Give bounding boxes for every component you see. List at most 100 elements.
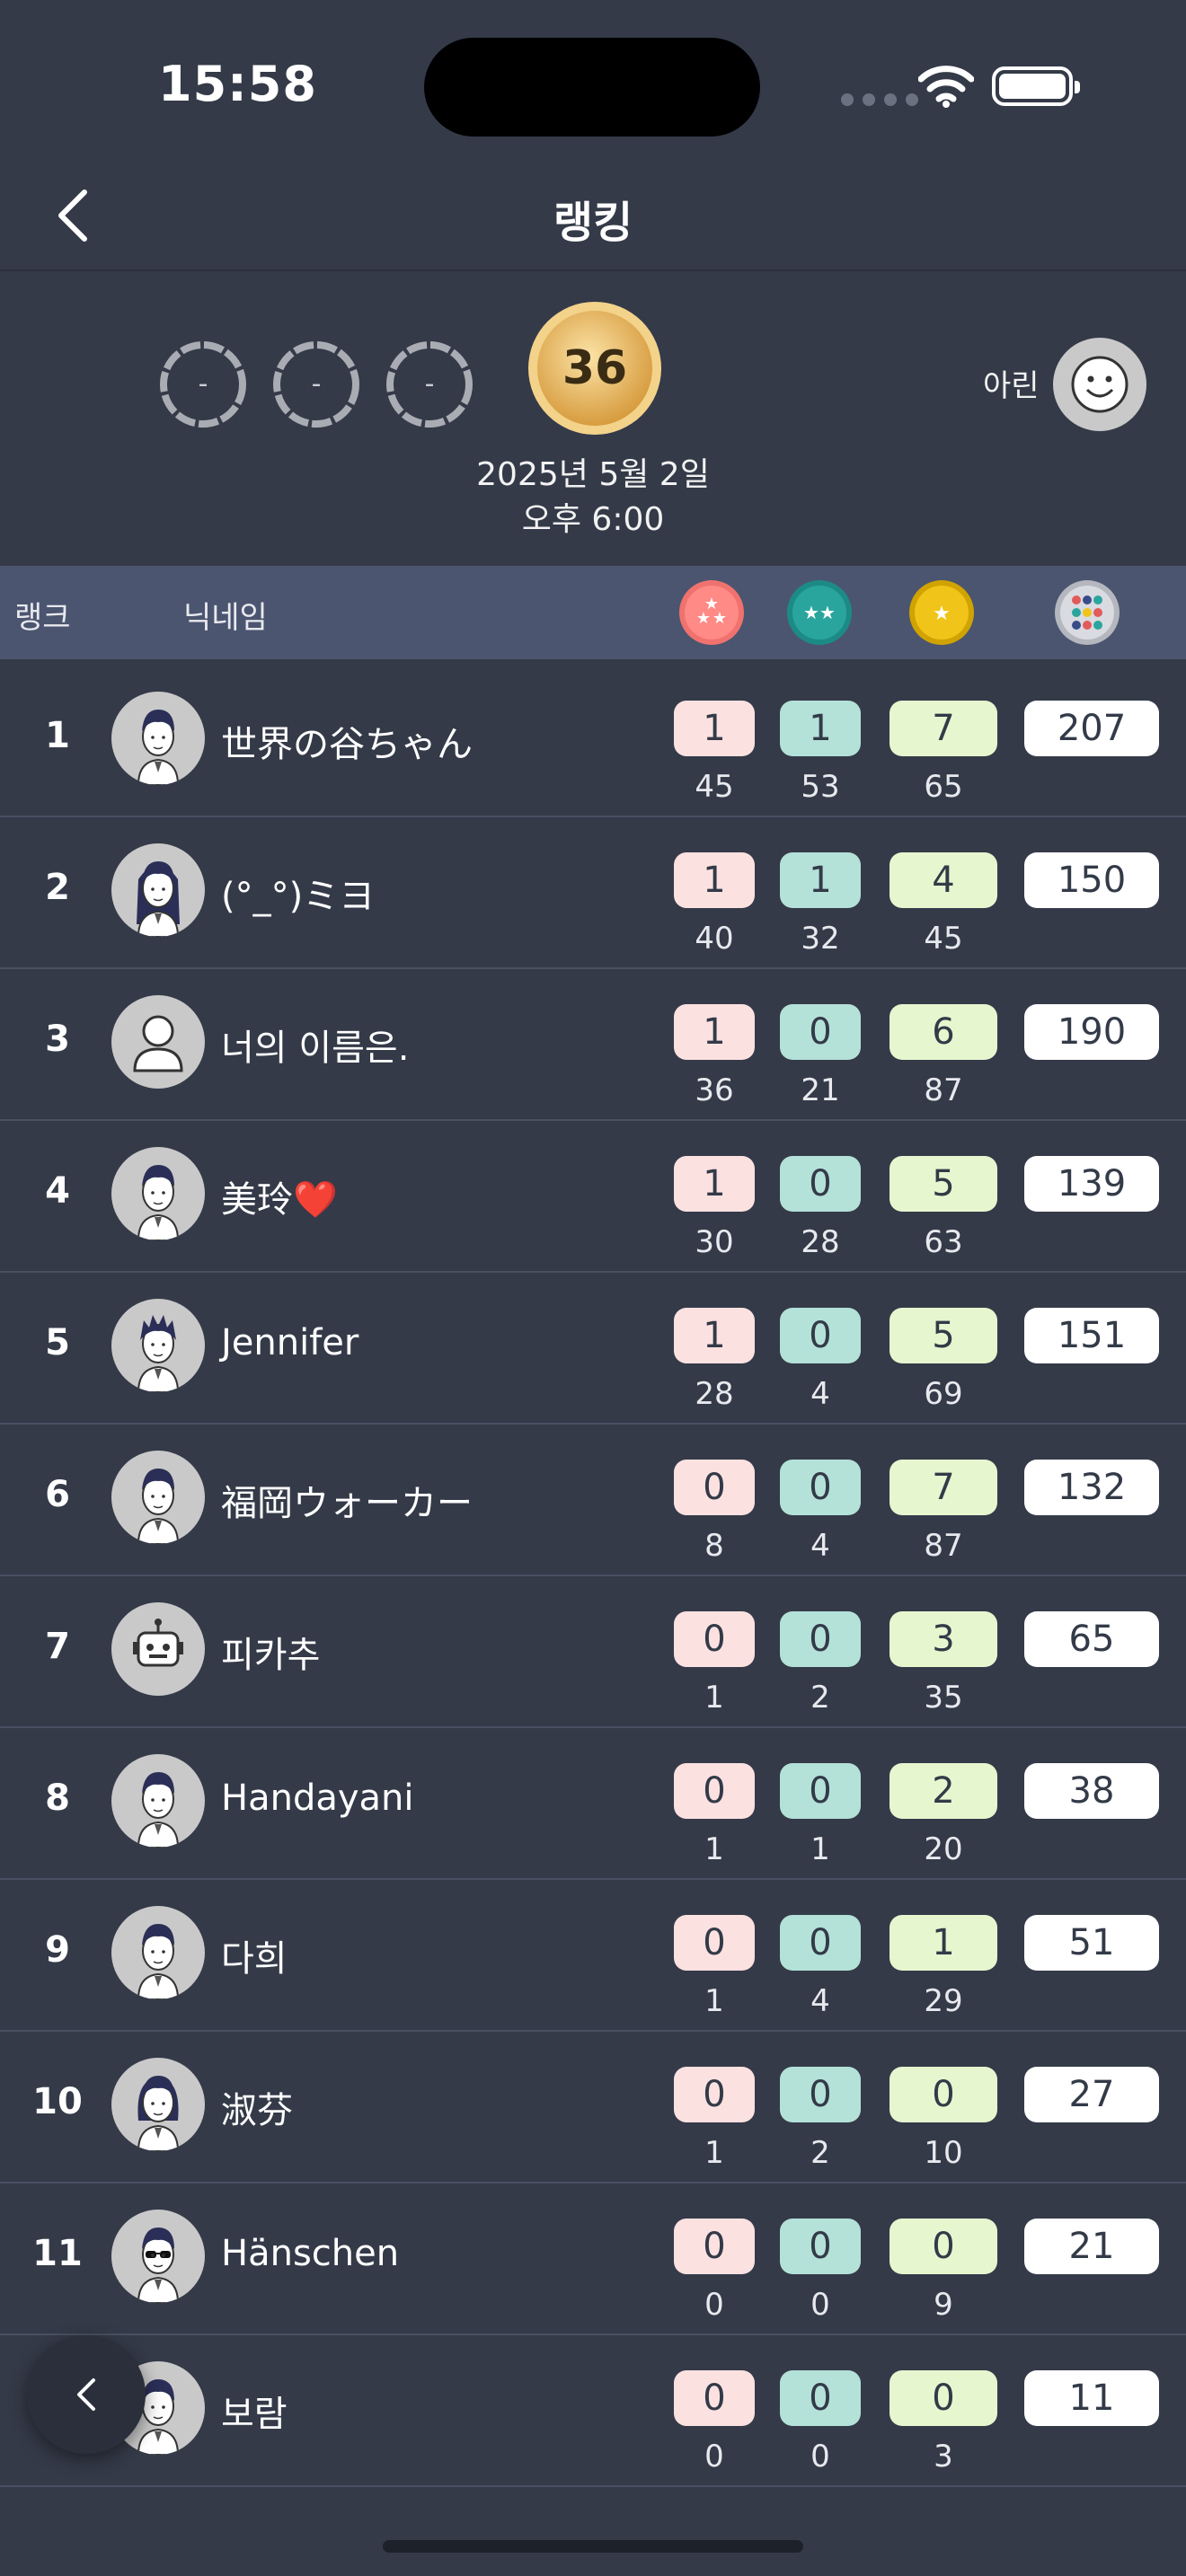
nickname: Handayani xyxy=(221,1778,414,1819)
empty-medal-badge: - xyxy=(271,340,361,429)
ranking-row[interactable]: 4 美玲❤️ 1 0 5 139 30 28 63 xyxy=(0,1120,1186,1273)
total-count: 207 xyxy=(1024,701,1159,756)
summary-date: 2025년 5월 2일 오후 6:00 xyxy=(476,456,710,538)
three-star-icon[interactable]: ★ ★ ★ xyxy=(677,578,746,647)
rank-number: 10 xyxy=(32,2081,83,2122)
two-star-count: 0 xyxy=(780,1460,861,1515)
ranking-row[interactable]: 10 淑芬 0 0 0 27 1 2 10 xyxy=(0,2031,1186,2183)
man-avatar-icon[interactable] xyxy=(111,1754,205,1848)
two-star-count: 0 xyxy=(780,1156,861,1212)
one-star-count: 0 xyxy=(890,2370,997,2426)
two-star-icon[interactable]: ★ ★ xyxy=(785,578,854,647)
nickname: (°_°)ミヨ xyxy=(221,876,376,917)
total-count: 139 xyxy=(1024,1156,1159,1212)
ranking-row[interactable]: 8 Handayani 0 0 2 38 1 1 20 xyxy=(0,1727,1186,1880)
ranking-row[interactable]: 11 Hänschen 0 0 0 21 0 0 9 xyxy=(0,2183,1186,2335)
nickname: 피카추 xyxy=(221,1635,321,1676)
nickname: 너의 이름은. xyxy=(221,1028,410,1069)
one-star-count: 5 xyxy=(890,1156,997,1212)
man-avatar-icon[interactable] xyxy=(111,1906,205,1999)
three-star-count: 0 xyxy=(674,2370,755,2426)
man-avatar-icon[interactable] xyxy=(111,1147,205,1240)
empty-medal-badge: - xyxy=(158,340,248,429)
ranking-row[interactable]: 1 世界の谷ちゃん 1 1 7 207 45 53 65 xyxy=(0,665,1186,817)
spiky-hair-avatar-icon[interactable] xyxy=(111,1299,205,1392)
one-star-count: 0 xyxy=(890,2219,997,2274)
three-star-sub-count: 0 xyxy=(704,2287,724,2323)
ranking-row[interactable]: 보람 0 0 0 11 0 0 3 xyxy=(0,2334,1186,2487)
one-star-sub-count: 20 xyxy=(924,1831,963,1867)
three-star-sub-count: 36 xyxy=(695,1072,734,1108)
one-star-sub-count: 65 xyxy=(924,769,963,805)
ranking-row[interactable]: 9 다희 0 0 1 51 1 4 29 xyxy=(0,1879,1186,2032)
total-count: 11 xyxy=(1024,2370,1159,2426)
rank-number: 5 xyxy=(45,1322,70,1363)
current-user-name: 아린 xyxy=(983,368,1040,404)
two-star-count: 0 xyxy=(780,1004,861,1060)
nickname: 美玲❤️ xyxy=(221,1179,338,1221)
ranking-row[interactable]: 6 福岡ウォーカー 0 0 7 132 8 4 87 xyxy=(0,1424,1186,1576)
one-star-sub-count: 29 xyxy=(924,1983,963,2019)
two-star-sub-count: 32 xyxy=(801,921,840,957)
rank-number: 6 xyxy=(45,1474,70,1515)
two-star-sub-count: 2 xyxy=(810,2135,830,2171)
one-star-sub-count: 87 xyxy=(924,1528,963,1564)
one-star-count: 1 xyxy=(890,1915,997,1971)
smiley-avatar-icon[interactable] xyxy=(1053,338,1146,431)
one-star-count: 6 xyxy=(890,1004,997,1060)
one-star-sub-count: 35 xyxy=(924,1680,963,1716)
dots-grid-icon[interactable] xyxy=(1053,578,1121,647)
nickname: 淑芬 xyxy=(221,2090,293,2131)
sunglasses-avatar-icon[interactable] xyxy=(111,2210,205,2303)
table-header: 랭크 닉네임 ★ ★ ★ ★ ★ ★ xyxy=(0,566,1186,659)
one-star-sub-count: 45 xyxy=(924,921,963,957)
total-count: 190 xyxy=(1024,1004,1159,1060)
two-star-sub-count: 53 xyxy=(801,769,840,805)
rank-number: 3 xyxy=(45,1019,70,1060)
robot-avatar-icon[interactable] xyxy=(111,1602,205,1696)
woman-long-hair-avatar-icon[interactable] xyxy=(111,843,205,937)
dynamic-island xyxy=(424,38,760,137)
one-star-count: 2 xyxy=(890,1763,997,1819)
svg-text:★: ★ xyxy=(803,602,819,623)
ranking-row[interactable]: 7 피카추 0 0 3 65 1 2 35 xyxy=(0,1575,1186,1728)
nickname: 보람 xyxy=(221,2394,288,2435)
three-star-count: 0 xyxy=(674,1611,755,1667)
ranking-row[interactable]: 3 너의 이름은. 1 0 6 190 36 21 87 xyxy=(0,968,1186,1121)
two-star-count: 0 xyxy=(780,1308,861,1363)
nickname-column-header: 닉네임 xyxy=(183,600,268,636)
rank-number: 7 xyxy=(45,1626,70,1667)
one-star-count: 5 xyxy=(890,1308,997,1363)
one-star-count: 4 xyxy=(890,852,997,908)
man-avatar-icon[interactable] xyxy=(111,1451,205,1544)
one-star-count: 3 xyxy=(890,1611,997,1667)
total-count: 65 xyxy=(1024,1611,1159,1667)
home-indicator xyxy=(383,2540,803,2553)
nickname: 世界の谷ちゃん xyxy=(221,724,473,765)
two-star-sub-count: 28 xyxy=(801,1224,840,1260)
total-count: 38 xyxy=(1024,1763,1159,1819)
woman-avatar-icon[interactable] xyxy=(111,2058,205,2151)
ranking-row[interactable]: 5 Jennifer 1 0 5 151 28 4 69 xyxy=(0,1272,1186,1425)
one-star-icon[interactable]: ★ xyxy=(907,578,976,647)
three-star-sub-count: 28 xyxy=(695,1376,734,1412)
cellular-signal-icon xyxy=(841,93,918,106)
three-star-count: 0 xyxy=(674,2067,755,2122)
gold-medal-badge: 36 xyxy=(525,298,665,438)
floating-back-button[interactable] xyxy=(27,2335,146,2454)
rank-number: 2 xyxy=(45,867,70,908)
two-star-count: 1 xyxy=(780,701,861,756)
three-star-sub-count: 1 xyxy=(704,1983,724,2019)
one-star-sub-count: 87 xyxy=(924,1072,963,1108)
ranking-row[interactable]: 2 (°_°)ミヨ 1 1 4 150 40 32 45 xyxy=(0,816,1186,969)
two-star-sub-count: 1 xyxy=(810,1831,830,1867)
two-star-sub-count: 0 xyxy=(810,2287,830,2323)
three-star-sub-count: 1 xyxy=(704,1680,724,1716)
one-star-sub-count: 9 xyxy=(934,2287,953,2323)
two-star-sub-count: 4 xyxy=(810,1528,830,1564)
default-person-avatar-icon[interactable] xyxy=(111,995,205,1089)
status-time: 15:58 xyxy=(158,56,317,112)
total-count: 27 xyxy=(1024,2067,1159,2122)
man-avatar-icon[interactable] xyxy=(111,692,205,785)
nav-bar: 랭킹 xyxy=(0,162,1186,271)
